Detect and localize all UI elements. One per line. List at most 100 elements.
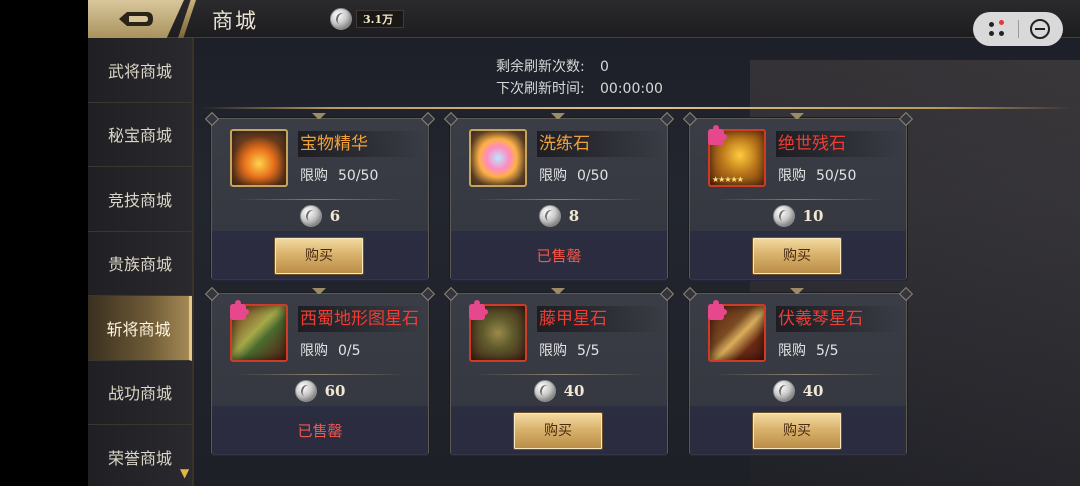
silver-coin-icon	[533, 380, 556, 402]
silver-coin-icon	[772, 205, 795, 227]
price-value: 60	[324, 382, 346, 400]
price-value: 40	[802, 382, 824, 400]
price-value: 6	[329, 207, 341, 225]
limit-label: 限购	[778, 343, 806, 359]
sidebar-item-label: 贵族商城	[107, 255, 172, 275]
buy-button[interactable]: 购买	[513, 412, 603, 450]
sidebar-item-arena-shop[interactable]: 竞技商城	[88, 167, 192, 232]
shop-item-card: ★★★★★ 绝世残石 限购 50/50 10 购买	[689, 113, 907, 281]
sold-out-label: 已售罄	[297, 422, 343, 440]
limit-value: 50/50	[816, 168, 857, 184]
item-name: 西蜀地形图星石	[298, 306, 426, 332]
peerless-fragment-icon[interactable]: ★★★★★	[708, 125, 766, 187]
sold-out-label: 已售罄	[536, 247, 582, 265]
treasure-essence-icon[interactable]	[230, 129, 288, 187]
item-limit: 限购 50/50	[300, 165, 378, 185]
sidebar-item-merit-shop[interactable]: 战功商城	[88, 361, 192, 425]
card-divider	[714, 374, 884, 375]
puzzle-piece-icon	[230, 300, 249, 320]
currency-value: 3.1万	[356, 10, 405, 28]
item-price: 8	[451, 203, 667, 229]
item-price: 40	[451, 378, 667, 404]
item-name: 洗练石	[537, 131, 665, 157]
silver-coin-icon	[294, 380, 317, 402]
limit-label: 限购	[300, 343, 328, 359]
item-price: 6	[212, 203, 428, 229]
limit-label: 限购	[778, 168, 806, 184]
item-limit: 限购 5/5	[539, 340, 600, 360]
item-name: 宝物精华	[298, 131, 426, 157]
shu-map-star-stone-icon[interactable]	[230, 300, 288, 362]
card-divider	[475, 374, 645, 375]
scroll-down-icon[interactable]: ▼	[180, 467, 194, 479]
limit-value: 5/5	[816, 343, 839, 359]
card-ornament	[312, 113, 326, 121]
rattan-armor-star-stone-icon[interactable]	[469, 300, 527, 362]
item-price: 10	[690, 203, 906, 229]
shop-item-card: 宝物精华 限购 50/50 6 购买	[211, 113, 429, 281]
price-value: 10	[802, 207, 824, 225]
limit-value: 0/50	[577, 168, 609, 184]
refresh-info: 剩余刷新次数: 0 下次刷新时间: 00:00:00	[496, 56, 663, 100]
sidebar-item-label: 竞技商城	[107, 190, 172, 210]
shop-item-card: 洗练石 限购 0/50 8 已售罄	[450, 113, 668, 281]
back-arrow-icon	[119, 12, 153, 26]
item-limit: 限购 0/5	[300, 340, 361, 360]
sidebar-item-general-shop[interactable]: 武将商城	[88, 38, 192, 103]
item-action-area: 购买	[690, 231, 906, 281]
limit-label: 限购	[300, 168, 328, 184]
remaining-refresh-label: 剩余刷新次数:	[496, 59, 585, 75]
sidebar-item-noble-shop[interactable]: 贵族商城	[88, 232, 192, 296]
card-ornament	[790, 113, 804, 121]
item-action-area: 已售罄	[451, 231, 667, 281]
remaining-refresh-value: 0	[600, 59, 609, 75]
next-refresh-label: 下次刷新时间:	[496, 81, 585, 97]
card-divider	[714, 199, 884, 200]
sidebar-item-label: 秘宝商城	[107, 126, 172, 146]
limit-value: 0/5	[338, 343, 361, 359]
puzzle-piece-icon	[708, 300, 727, 320]
buy-button[interactable]: 购买	[274, 237, 364, 275]
puzzle-piece-icon	[469, 300, 488, 320]
pill-divider	[1018, 20, 1020, 38]
item-action-area: 已售罄	[212, 406, 428, 456]
refine-stone-icon[interactable]	[469, 129, 527, 187]
card-ornament	[551, 288, 565, 296]
item-limit: 限购 50/50	[778, 165, 856, 185]
item-price: 60	[212, 378, 428, 404]
silver-coin-icon	[299, 205, 322, 227]
item-name: 伏羲琴星石	[776, 306, 904, 332]
section-divider	[200, 107, 1072, 109]
item-action-area: 购买	[212, 231, 428, 281]
shop-sidebar: 武将商城 秘宝商城 竞技商城 贵族商城 斩将商城 战功商城 荣誉商城	[88, 38, 194, 486]
item-name: 藤甲星石	[537, 306, 665, 332]
silver-coin-icon	[330, 8, 352, 30]
puzzle-piece-icon	[708, 125, 727, 145]
currency-display: 3.1万	[330, 8, 405, 30]
card-divider	[475, 199, 645, 200]
silver-coin-icon	[538, 205, 561, 227]
item-price: 40	[690, 378, 906, 404]
sidebar-item-slay-general-shop[interactable]: 斩将商城	[88, 296, 192, 361]
fuxi-qin-star-stone-icon[interactable]	[708, 300, 766, 362]
item-limit: 限购 0/50	[539, 165, 608, 185]
item-limit: 限购 5/5	[778, 340, 839, 360]
limit-label: 限购	[539, 168, 567, 184]
next-refresh-value: 00:00:00	[600, 81, 663, 97]
limit-label: 限购	[539, 343, 567, 359]
card-divider	[236, 374, 406, 375]
card-ornament	[790, 288, 804, 296]
more-dots-icon[interactable]	[986, 18, 1008, 40]
silver-coin-icon	[772, 380, 795, 402]
sidebar-item-label: 斩将商城	[106, 319, 171, 339]
page-title: 商城	[212, 9, 258, 33]
buy-button[interactable]: 购买	[752, 237, 842, 275]
item-name: 绝世残石	[776, 131, 904, 157]
star-rating-icon: ★★★★★	[712, 175, 744, 184]
sidebar-item-secret-treasure-shop[interactable]: 秘宝商城	[88, 103, 192, 167]
minimize-icon[interactable]	[1029, 19, 1050, 39]
limit-value: 50/50	[338, 168, 379, 184]
buy-button[interactable]: 购买	[752, 412, 842, 450]
price-value: 8	[568, 207, 580, 225]
sidebar-item-honor-shop[interactable]: 荣誉商城	[88, 425, 192, 486]
